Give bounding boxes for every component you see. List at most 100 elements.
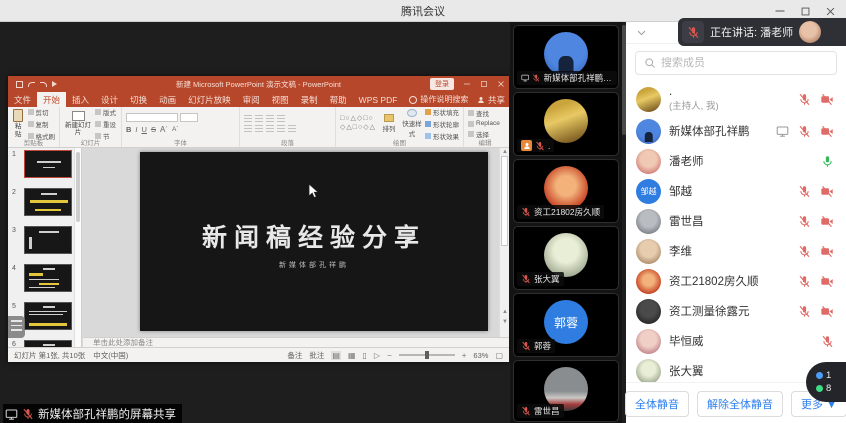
- replace-button[interactable]: Replace: [468, 120, 500, 127]
- network-stats-bubble[interactable]: 1 8: [806, 362, 846, 402]
- tab-design[interactable]: 设计: [95, 92, 124, 107]
- indent-icon[interactable]: [266, 115, 274, 122]
- align-center-icon[interactable]: [255, 125, 263, 132]
- justify-icon[interactable]: [277, 125, 285, 132]
- reading-view-icon[interactable]: ▯: [363, 351, 367, 360]
- new-slide-button[interactable]: 新建幻灯片: [64, 109, 92, 138]
- mic-muted-icon[interactable]: [798, 245, 811, 258]
- participant-row[interactable]: 毕恒威: [626, 326, 846, 356]
- tab-view[interactable]: 视图: [266, 92, 295, 107]
- notes-pane[interactable]: 单击此处添加备注: [83, 337, 509, 347]
- mic-muted-icon[interactable]: [798, 93, 811, 106]
- copy-button[interactable]: 复制: [28, 119, 56, 129]
- mic-muted-icon[interactable]: [798, 305, 811, 318]
- video-tile[interactable]: 新媒体部孔祥鹏的屏...: [513, 25, 619, 89]
- participant-row[interactable]: 新媒体部孔祥鹏: [626, 116, 846, 146]
- ppt-share-button[interactable]: 共享: [477, 92, 505, 107]
- slide-sorter-icon[interactable]: ▦: [348, 351, 356, 360]
- participant-row[interactable]: 雷世昌: [626, 206, 846, 236]
- align-right-icon[interactable]: [266, 125, 274, 132]
- strikethrough-button[interactable]: S: [151, 125, 156, 134]
- columns-icon[interactable]: [288, 125, 296, 132]
- shape-fill-button[interactable]: 形状填充: [425, 107, 459, 117]
- maximize-button[interactable]: [800, 6, 811, 17]
- comments-toggle[interactable]: 批注: [309, 350, 324, 361]
- unmute-all-button[interactable]: 解除全体静音: [697, 391, 783, 417]
- tab-transitions[interactable]: 切换: [124, 92, 153, 107]
- language-indicator[interactable]: 中文(中国): [93, 350, 128, 361]
- tab-review[interactable]: 审阅: [237, 92, 266, 107]
- zoom-out-icon[interactable]: −: [387, 351, 392, 360]
- shape-outline-button[interactable]: 形状轮廓: [425, 119, 459, 129]
- chevron-down-icon[interactable]: [636, 27, 647, 38]
- ppt-close-button[interactable]: [497, 80, 505, 88]
- tab-insert[interactable]: 插入: [66, 92, 95, 107]
- camera-off-icon[interactable]: [820, 305, 834, 318]
- tab-file[interactable]: 文件: [8, 92, 37, 107]
- camera-off-icon[interactable]: [820, 245, 834, 258]
- participant-row[interactable]: . (主持人, 我): [626, 82, 846, 116]
- normal-view-icon[interactable]: ▤: [331, 351, 341, 360]
- video-tile[interactable]: 雷世昌: [513, 360, 619, 422]
- next-slide-icon[interactable]: ▼: [500, 318, 509, 327]
- slide-thumbnail-panel[interactable]: 1 2 3 4: [8, 148, 82, 347]
- arrange-button[interactable]: 排列: [379, 109, 399, 138]
- ppt-minimize-button[interactable]: [463, 80, 471, 88]
- slide-thumbnail[interactable]: [24, 340, 72, 347]
- font-name-combobox[interactable]: [126, 113, 178, 122]
- slide-thumbnail[interactable]: [24, 264, 72, 292]
- floating-widget[interactable]: [8, 316, 25, 338]
- participant-row[interactable]: 李维: [626, 236, 846, 266]
- participant-row[interactable]: 资工21802房久顺: [626, 266, 846, 296]
- mic-muted-icon[interactable]: [798, 185, 811, 198]
- font-size-combobox[interactable]: [180, 113, 198, 122]
- camera-off-icon[interactable]: [820, 125, 834, 138]
- video-tile[interactable]: 郭蓉 郭蓉: [513, 293, 619, 357]
- ppt-login-button[interactable]: 登录: [430, 78, 454, 90]
- bold-button[interactable]: B: [126, 125, 131, 134]
- search-input[interactable]: [661, 57, 821, 69]
- participant-row[interactable]: 资工测量徐露元: [626, 296, 846, 326]
- camera-off-icon[interactable]: [820, 275, 834, 288]
- tab-home[interactable]: 开始: [37, 92, 66, 107]
- line-spacing-icon[interactable]: [277, 115, 285, 122]
- thumbnail-scrollbar[interactable]: [74, 148, 81, 347]
- tab-wps-pdf[interactable]: WPS PDF: [353, 92, 404, 107]
- zoom-level[interactable]: 63%: [473, 351, 488, 360]
- quick-styles-button[interactable]: 快速样式: [402, 109, 422, 138]
- zoom-in-icon[interactable]: +: [462, 351, 467, 360]
- reset-button[interactable]: 重设: [95, 119, 116, 129]
- find-button[interactable]: 查找: [468, 108, 500, 118]
- underline-button[interactable]: U: [142, 125, 147, 134]
- search-box[interactable]: [635, 51, 837, 75]
- ppt-restore-button[interactable]: [480, 80, 488, 88]
- tab-help[interactable]: 帮助: [324, 92, 353, 107]
- notes-toggle[interactable]: 备注: [287, 350, 302, 361]
- shrink-font-button[interactable]: Aˋ: [172, 126, 179, 133]
- slide-canvas[interactable]: 新闻稿经验分享 新媒体部孔祥鹏: [140, 152, 488, 331]
- participant-row[interactable]: 潘老师: [626, 146, 846, 176]
- camera-off-icon[interactable]: [820, 215, 834, 228]
- tab-animations[interactable]: 动画: [153, 92, 182, 107]
- previous-slide-icon[interactable]: ▲: [500, 308, 509, 317]
- video-tile[interactable]: 张大翼: [513, 226, 619, 290]
- mic-muted-icon[interactable]: [798, 125, 811, 138]
- shapes-gallery[interactable]: □○△◇□○ ◇△□○◇△: [340, 109, 376, 138]
- align-left-icon[interactable]: [244, 125, 252, 132]
- slide-thumbnail[interactable]: [24, 150, 72, 178]
- mic-muted-icon[interactable]: [821, 335, 834, 348]
- paste-button[interactable]: 粘贴: [12, 109, 25, 138]
- numbering-icon[interactable]: [255, 115, 263, 122]
- bullets-icon[interactable]: [244, 115, 252, 122]
- minimize-button[interactable]: [774, 5, 786, 17]
- participant-row[interactable]: 邹越 邹越: [626, 176, 846, 206]
- slide-thumbnail[interactable]: [24, 188, 72, 216]
- video-tile[interactable]: .: [513, 92, 619, 156]
- slide-thumbnail[interactable]: [24, 302, 72, 330]
- tab-slideshow[interactable]: 幻灯片放映: [182, 92, 237, 107]
- camera-off-icon[interactable]: [820, 185, 834, 198]
- close-button[interactable]: [825, 6, 836, 17]
- mute-all-button[interactable]: 全体静音: [625, 391, 689, 417]
- slide-thumbnail[interactable]: [24, 226, 72, 254]
- layout-button[interactable]: 版式: [95, 107, 116, 117]
